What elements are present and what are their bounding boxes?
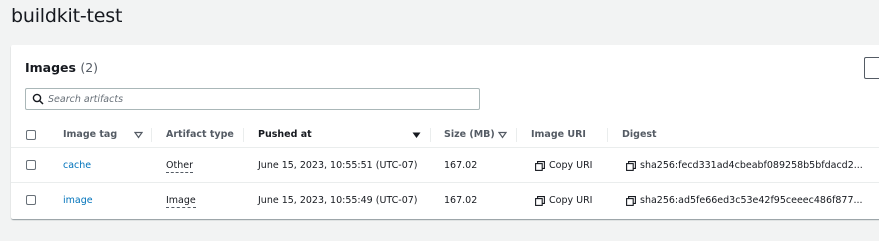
col-pushed-at[interactable]: Pushed at (258, 122, 312, 148)
artifact-type[interactable]: Image (166, 195, 196, 208)
copy-icon (535, 160, 545, 171)
column-divider (243, 128, 244, 142)
copy-digest-button[interactable]: sha256:fecd331ad4cbeabf089258b5bfdacd2..… (626, 148, 863, 183)
select-all-checkbox[interactable] (26, 130, 36, 140)
artifact-type[interactable]: Other (166, 160, 193, 173)
image-tag-link[interactable]: cache (63, 148, 91, 183)
copy-uri-button[interactable]: Copy URI (535, 183, 592, 218)
search-input[interactable] (48, 91, 468, 107)
copy-uri-button[interactable]: Copy URI (535, 148, 592, 183)
sort-caret-icon[interactable] (134, 131, 143, 139)
pushed-at: June 15, 2023, 10:55:49 (UTC-07) (258, 195, 418, 206)
copy-digest-button[interactable]: sha256:ad5fe66ed3c53e42f95ceeec486f877..… (626, 183, 863, 218)
image-count: (2) (80, 60, 99, 75)
size-mb: 167.02 (444, 160, 478, 171)
panel-header: Images (2) (25, 60, 98, 75)
digest-value: sha256:fecd331ad4cbeabf089258b5bfdacd2..… (640, 160, 863, 171)
col-size[interactable]: Size (MB) (444, 122, 495, 148)
sort-descending-icon[interactable] (412, 131, 421, 139)
row-checkbox[interactable] (26, 160, 36, 170)
panel-title: Images (25, 60, 76, 75)
column-divider (607, 128, 608, 142)
search-icon (32, 93, 44, 105)
page-title: buildkit-test (11, 5, 123, 27)
sort-caret-icon[interactable] (498, 131, 507, 139)
column-divider (430, 128, 431, 142)
search-box[interactable] (25, 88, 480, 110)
pushed-at: June 15, 2023, 10:55:51 (UTC-07) (258, 160, 418, 171)
digest-value: sha256:ad5fe66ed3c53e42f95ceeec486f877..… (640, 195, 863, 206)
copy-uri-label: Copy URI (549, 160, 593, 171)
col-image-uri: Image URI (531, 129, 586, 140)
copy-icon (626, 195, 636, 206)
row-checkbox[interactable] (26, 195, 36, 205)
size-mb: 167.02 (444, 195, 478, 206)
table-row: image Image June 15, 2023, 10:55:49 (UTC… (11, 183, 879, 218)
table-row: cache Other June 15, 2023, 10:55:51 (UTC… (11, 148, 879, 183)
image-tag-link[interactable]: image (63, 183, 93, 218)
col-digest: Digest (622, 129, 657, 140)
copy-icon (626, 160, 636, 171)
column-divider (151, 128, 152, 142)
column-divider (516, 128, 517, 142)
copy-uri-label: Copy URI (549, 195, 593, 206)
images-panel: Images (2) Image tag Artifact type Pushe… (11, 45, 879, 219)
table-header: Image tag Artifact type Pushed at Size (… (11, 122, 879, 148)
header-action-button[interactable] (864, 57, 879, 79)
col-artifact-type: Artifact type (166, 129, 234, 140)
col-image-tag[interactable]: Image tag (63, 122, 117, 148)
copy-icon (535, 195, 545, 206)
